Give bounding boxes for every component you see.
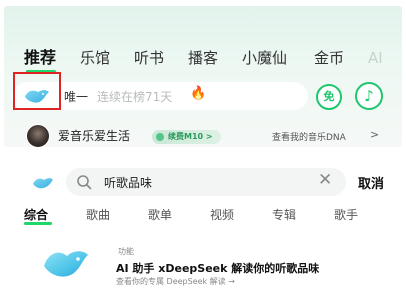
music-note-icon[interactable]: ♪	[355, 82, 383, 110]
tab-little-fairy[interactable]: 小魔仙	[242, 48, 287, 68]
user-name[interactable]: 爱音乐爱生活	[58, 127, 130, 144]
feature-subtitle-link[interactable]: 查看你的专属 DeepSeek 解读 →	[116, 276, 235, 287]
search-keyword: 唯一	[64, 90, 89, 104]
ai-feature-card[interactable]: 功能 AI 助手 xDeepSeek 解读你的听歌品味 查看你的专属 DeepS…	[24, 234, 386, 298]
tab-podcast[interactable]: 播客	[188, 48, 218, 68]
ai-assistant-logo-icon	[44, 251, 88, 277]
main-tab-bar: 推荐 乐馆 听书 播客 小魔仙 金币 AI	[4, 48, 402, 74]
ai-assistant-logo-icon[interactable]	[32, 176, 54, 190]
tab-albums[interactable]: 专辑	[272, 206, 296, 223]
vip-icon	[156, 133, 164, 141]
search-icon	[77, 175, 92, 190]
music-dna-link[interactable]: 查看我的音乐DNA	[272, 130, 346, 143]
tab-playlists[interactable]: 歌单	[148, 206, 172, 223]
tab-recommend[interactable]: 推荐	[24, 48, 56, 68]
tab-videos[interactable]: 视频	[210, 206, 234, 223]
vip-renew-badge[interactable]: 续费M10 >	[152, 130, 221, 144]
free-mode-button[interactable]: 免	[316, 84, 342, 110]
search-hint: 连续在榜71天	[97, 90, 173, 104]
feature-title: AI 助手 xDeepSeek 解读你的听歌品味	[116, 262, 320, 275]
clear-icon[interactable]: ✕	[318, 170, 332, 190]
active-tab-indicator	[24, 222, 52, 225]
home-screen-panel: 推荐 乐馆 听书 播客 小魔仙 金币 AI 唯一 连续在榜71天 🔥 免 ♪ 爱…	[4, 6, 402, 147]
chevron-right-icon[interactable]: >	[370, 128, 379, 141]
search-query-text: 听歌品味	[104, 176, 153, 190]
fire-icon: 🔥	[190, 86, 207, 101]
search-results-panel: 听歌品味 ✕ 取消 综合 歌曲 歌单 视频 专辑 歌手 功能 AI 助手 xDe…	[4, 154, 402, 301]
cancel-button[interactable]: 取消	[358, 173, 384, 192]
vip-badge-label: 续费M10 >	[168, 132, 213, 141]
avatar[interactable]	[26, 124, 50, 147]
tab-audiobooks[interactable]: 听书	[134, 48, 164, 68]
highlight-annotation-box	[13, 72, 61, 110]
tab-coins[interactable]: 金币	[314, 48, 344, 68]
tab-artists[interactable]: 歌手	[334, 206, 358, 223]
tab-songs[interactable]: 歌曲	[86, 206, 110, 223]
tab-ai[interactable]: AI	[368, 48, 383, 68]
feature-tag: 功能	[118, 247, 134, 256]
tab-music-hall[interactable]: 乐馆	[80, 48, 110, 68]
search-input[interactable]: 听歌品味 ✕	[66, 168, 346, 196]
tab-all[interactable]: 综合	[24, 206, 48, 223]
